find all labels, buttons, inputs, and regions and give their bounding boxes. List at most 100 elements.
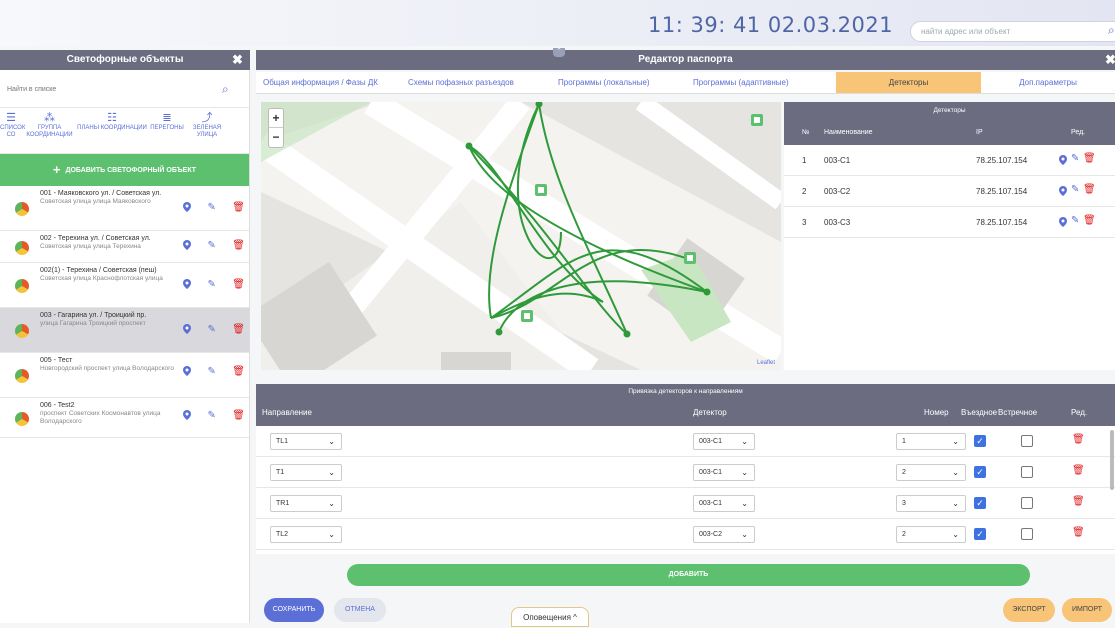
edit-icon[interactable]: ✎ [207,410,215,421]
list-item[interactable]: 006 - Test2 проспект Советских Космонавто… [0,398,249,438]
oncoming-checkbox[interactable] [1021,466,1033,478]
chevron-down-icon: ⌄ [328,499,335,508]
list-search[interactable]: Найти в списке ⌕ [0,70,249,108]
location-icon[interactable] [183,279,191,289]
delete-icon[interactable]: 🗑 [232,366,245,377]
list-item[interactable]: 005 - Тест Новгородский проспект улица Во… [0,353,249,398]
tab-general[interactable]: Общая информация / Фазы ДК [256,72,401,93]
left-panel-header: Светофорные объекты ✖ [0,50,250,70]
delete-icon[interactable]: 🗑 [232,279,245,290]
editor-tabs: Общая информация / Фазы ДК Схемы пофазны… [256,72,1115,94]
edit-icon[interactable]: ✎ [207,240,215,251]
number-select[interactable]: 1 ⌄ [896,433,966,450]
save-button[interactable]: СОХРАНИТЬ [264,598,324,622]
cancel-button[interactable]: ОТМЕНА [334,598,386,622]
edit-icon[interactable]: ✎ [1071,184,1079,195]
export-button[interactable]: ЭКСПОРТ [1003,598,1055,622]
list-item[interactable]: 001 - Маяковского ул. / Советская ул. Сов… [0,186,249,231]
delete-icon[interactable]: 🗑 [1083,153,1096,164]
location-icon[interactable] [183,410,191,420]
list-search-input[interactable]: Найти в списке [7,86,56,93]
search-icon[interactable]: ⌕ [1108,23,1115,38]
location-icon[interactable] [1059,186,1067,196]
delete-icon[interactable]: 🗑 [232,410,245,421]
delete-icon[interactable]: 🗑 [1072,434,1085,445]
zoom-control: + − [268,108,284,148]
number-select[interactable]: 3 ⌄ [896,495,966,512]
delete-icon[interactable]: 🗑 [1072,527,1085,538]
toolbar-plans[interactable]: ☷ ПЛАНЫ КООРДИНАЦИИ [77,108,147,153]
edit-icon[interactable]: ✎ [1071,215,1079,226]
delete-icon[interactable]: 🗑 [232,202,245,213]
location-icon[interactable] [183,202,191,212]
collapse-handle-icon[interactable]: ⌃ [553,48,565,57]
delete-icon[interactable]: 🗑 [232,324,245,335]
delete-icon[interactable]: 🗑 [232,240,245,251]
chevron-down-icon: ⌄ [741,437,748,446]
list-item-selected[interactable]: 003 - Гагарина ул. / Троицкий пр. улица Г… [0,308,249,353]
address-search-input[interactable]: найти адрес или объект [910,21,1115,42]
table-row[interactable]: 1 003-C1 78.25.107.154 ✎ 🗑 [784,145,1115,176]
scrollbar[interactable] [1110,430,1114,490]
number-select[interactable]: 2 ⌄ [896,464,966,481]
direction-select[interactable]: TL2 ⌄ [270,526,342,543]
zoom-out-button[interactable]: − [269,128,283,147]
direction-select[interactable]: TL1 ⌄ [270,433,342,450]
map-attribution[interactable]: Leaflet [757,360,775,366]
tab-phase-schemes[interactable]: Схемы пофазных разъездов [401,72,551,93]
toolbar-green-street[interactable]: ⤴ ЗЕЛЕНАЯ УЛИЦА [187,108,227,153]
toolbar-group[interactable]: ⁂ ГРУППА КООРДИНАЦИИ [22,108,77,153]
oncoming-checkbox[interactable] [1021,497,1033,509]
delete-icon[interactable]: 🗑 [1083,184,1096,195]
location-icon[interactable] [183,366,191,376]
entry-checkbox[interactable]: ✓ [974,435,986,447]
close-icon[interactable]: ✖ [232,50,243,70]
group-icon: ⁂ [44,112,55,124]
search-icon[interactable]: ⌕ [222,82,229,97]
tab-programs-adaptive[interactable]: Программы (адаптивные) [686,72,836,93]
entry-checkbox[interactable]: ✓ [974,466,986,478]
tab-programs-local[interactable]: Программы (локальные) [551,72,686,93]
edit-icon[interactable]: ✎ [207,366,215,377]
number-select[interactable]: 2 ⌄ [896,526,966,543]
intersection-map[interactable] [261,102,781,370]
import-button[interactable]: ИМПОРТ [1062,598,1112,622]
edit-icon[interactable]: ✎ [1071,153,1079,164]
list-item[interactable]: 002 - Терехина ул. / Советская ул. Советс… [0,231,249,263]
detector-select[interactable]: 003-C1 ⌄ [693,464,755,481]
chevron-down-icon: ⌄ [741,499,748,508]
tab-extra-params[interactable]: Доп.параметры [981,72,1115,93]
detector-select[interactable]: 003-C1 ⌄ [693,433,755,450]
table-row[interactable]: 3 003-C3 78.25.107.154 ✎ 🗑 [784,207,1115,238]
location-icon[interactable] [1059,217,1067,227]
delete-icon[interactable]: 🗑 [1083,215,1096,226]
table-row[interactable]: 2 003-C2 78.25.107.154 ✎ 🗑 [784,176,1115,207]
toolbar-stretches[interactable]: ≣ ПЕРЕГОНЫ [147,108,187,153]
add-binding-button[interactable]: ДОБАВИТЬ [347,564,1030,586]
zoom-in-button[interactable]: + [269,109,283,128]
edit-icon[interactable]: ✎ [207,202,215,213]
notifications-tab[interactable]: Оповещения ^ [511,607,589,627]
oncoming-checkbox[interactable] [1021,528,1033,540]
close-icon[interactable]: ✖ [1105,50,1115,70]
delete-icon[interactable]: 🗑 [1072,465,1085,476]
location-icon[interactable] [1059,155,1067,165]
tab-detectors[interactable]: Детекторы [836,72,981,93]
location-icon[interactable] [183,324,191,334]
oncoming-checkbox[interactable] [1021,435,1033,447]
entry-checkbox[interactable]: ✓ [974,528,986,540]
direction-select[interactable]: TR1 ⌄ [270,495,342,512]
edit-icon[interactable]: ✎ [207,279,215,290]
location-icon[interactable] [183,240,191,250]
detector-select[interactable]: 003-C1 ⌄ [693,495,755,512]
list-item[interactable]: 002(1) - Терехина / Советская (пеш) Совет… [0,263,249,308]
traffic-light-icon [15,324,29,338]
detector-select[interactable]: 003-C2 ⌄ [693,526,755,543]
edit-icon[interactable]: ✎ [207,324,215,335]
add-traffic-object-button[interactable]: + ДОБАВИТЬ СВЕТОФОРНЫЙ ОБЪЕКТ [0,154,249,186]
map[interactable] [261,102,781,370]
toolbar-list[interactable]: ☰ СПИСОК СО [0,108,25,153]
direction-select[interactable]: T1 ⌄ [270,464,342,481]
delete-icon[interactable]: 🗑 [1072,496,1085,507]
entry-checkbox[interactable]: ✓ [974,497,986,509]
